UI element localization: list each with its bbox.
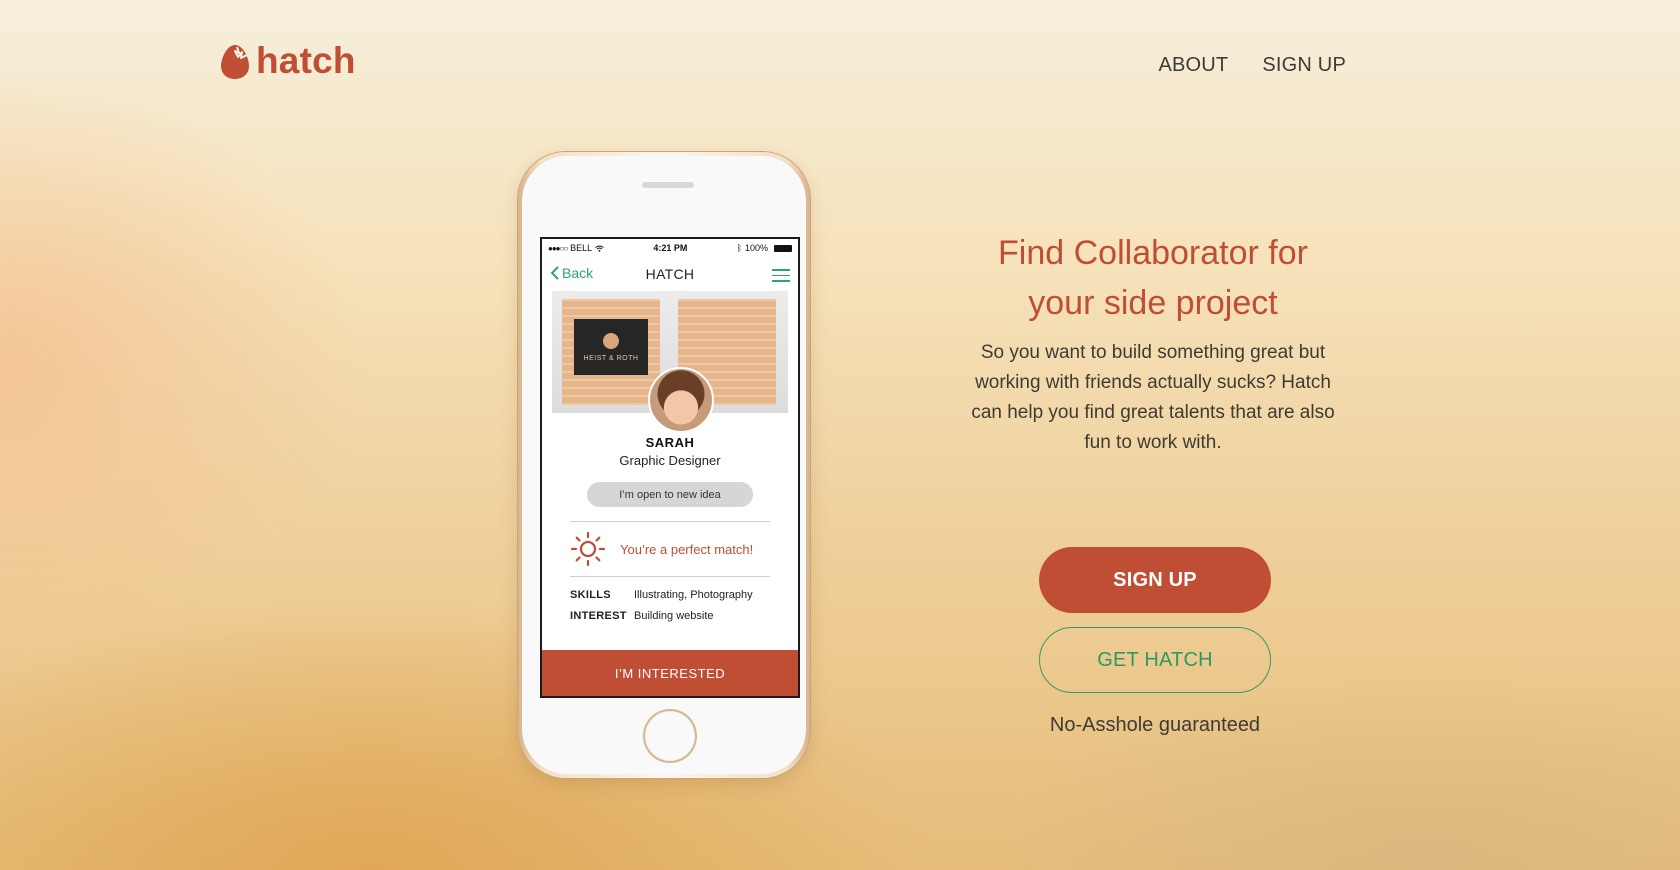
detail-value: Building website xyxy=(634,610,714,622)
detail-key: INTEREST xyxy=(570,610,627,622)
status-right: ᛒ 100% xyxy=(737,243,792,253)
box-label: HEIST & ROTH xyxy=(574,319,648,375)
battery-icon xyxy=(774,244,792,252)
status-left: ●●●○○ BELL xyxy=(548,243,605,253)
back-label: Back xyxy=(562,265,594,281)
status-pill: I’m open to new idea xyxy=(587,482,753,507)
detail-key: SKILLS xyxy=(570,589,611,601)
back-button[interactable]: Back xyxy=(551,265,593,281)
product-box-front: HEIST & ROTH xyxy=(562,299,660,405)
detail-row-interest: INTEREST Building website xyxy=(570,610,770,622)
detail-row-skills: SKILLS Illustrating, Photography xyxy=(570,589,770,601)
status-time: 4:21 PM xyxy=(653,243,688,253)
top-nav: ABOUT SIGN UP xyxy=(1158,54,1346,77)
phone-screen: ●●●○○ BELL 4:21 PM ᛒ 100% Back HATCH HEI… xyxy=(540,237,800,698)
detail-value: Illustrating, Photography xyxy=(634,589,753,601)
nav-about-link[interactable]: ABOUT xyxy=(1158,54,1228,77)
signal-icon: ●●●○○ xyxy=(548,243,568,253)
phone-mockup: ●●●○○ BELL 4:21 PM ᛒ 100% Back HATCH HEI… xyxy=(518,152,810,778)
phone-body: ●●●○○ BELL 4:21 PM ᛒ 100% Back HATCH HEI… xyxy=(522,156,806,774)
egg-icon xyxy=(221,45,249,79)
im-interested-button[interactable]: I’M INTERESTED xyxy=(542,650,798,696)
bluetooth-icon: ᛒ xyxy=(736,243,742,253)
hamburger-menu-icon[interactable] xyxy=(772,269,790,286)
app-navbar: Back HATCH xyxy=(542,257,798,291)
phone-home-button xyxy=(643,709,697,763)
logo-text: hatch xyxy=(256,40,356,81)
nav-signup-link[interactable]: SIGN UP xyxy=(1262,54,1346,77)
hero-title: Find Collaborator for your side project xyxy=(998,234,1308,322)
project-image: HEIST & ROTH xyxy=(552,291,788,433)
tagline: No-Asshole guaranteed xyxy=(1049,714,1261,736)
profile-details: SKILLS Illustrating, Photography INTERES… xyxy=(542,577,798,622)
battery-label: 100% xyxy=(744,243,768,253)
app-title: HATCH xyxy=(645,266,695,282)
wifi-icon xyxy=(595,245,605,252)
phone-speaker xyxy=(642,182,694,188)
profile-info: SARAH Graphic Designer I’m open to new i… xyxy=(542,435,798,507)
hero: Find Collaborator for your side project … xyxy=(970,228,1336,458)
match-text: You’re a perfect match! xyxy=(620,541,754,557)
get-hatch-button[interactable]: GET HATCH xyxy=(1039,627,1271,693)
carrier-label: BELL xyxy=(570,243,593,253)
profile-role: Graphic Designer xyxy=(619,453,721,468)
signup-button[interactable]: SIGN UP xyxy=(1039,547,1271,613)
match-row: You’re a perfect match! xyxy=(542,522,798,576)
hero-description: So you want to build something great but… xyxy=(971,342,1335,453)
avatar[interactable] xyxy=(648,367,714,433)
profile-name: SARAH xyxy=(645,435,695,450)
box-label-text: HEIST & ROTH xyxy=(583,354,639,362)
crest-icon xyxy=(603,332,619,349)
status-bar: ●●●○○ BELL 4:21 PM ᛒ 100% xyxy=(542,239,798,257)
sun-icon xyxy=(570,531,606,567)
chevron-left-icon xyxy=(551,266,559,280)
logo[interactable]: hatch xyxy=(220,40,356,82)
